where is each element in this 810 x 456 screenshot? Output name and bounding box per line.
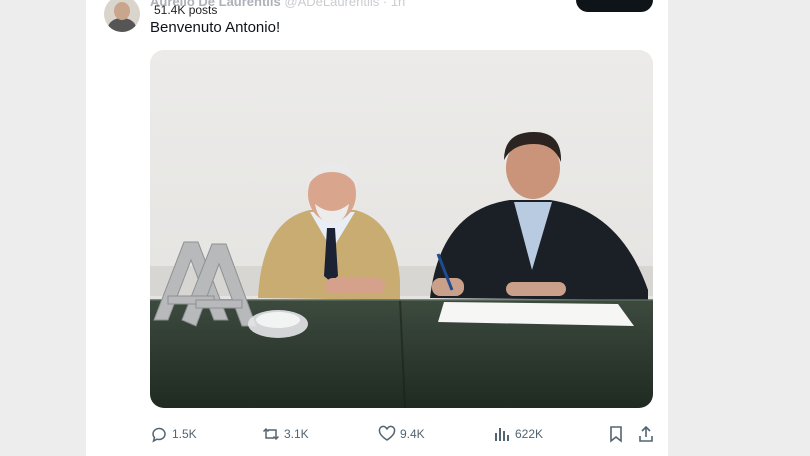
- tweet-photo[interactable]: [150, 50, 653, 408]
- repost-icon: [262, 427, 280, 441]
- photo-illustration: [150, 50, 653, 408]
- author-separator: ·: [382, 0, 388, 9]
- bookmark-button[interactable]: [608, 424, 628, 444]
- tweet-text: Benvenuto Antonio!: [150, 19, 281, 36]
- views-chart-icon: [495, 428, 509, 441]
- author-handle[interactable]: @ADeLaurentiis: [284, 0, 379, 9]
- document-paper: [438, 302, 634, 326]
- action-bar: 1.5K 3.1K 9.4K 622K: [150, 424, 660, 444]
- like-button[interactable]: 9.4K: [378, 424, 425, 444]
- reply-icon: [152, 427, 166, 443]
- reply-count: 1.5K: [172, 427, 197, 441]
- follow-button[interactable]: [576, 0, 653, 12]
- reply-button[interactable]: 1.5K: [150, 424, 197, 444]
- share-icon: [639, 425, 653, 442]
- repost-button[interactable]: 3.1K: [262, 424, 309, 444]
- heart-icon: [378, 425, 396, 441]
- avatar-face: [114, 2, 130, 20]
- views-count: 622K: [515, 427, 544, 441]
- posts-count: 51.4K posts: [154, 3, 218, 17]
- avatar[interactable]: [104, 0, 140, 32]
- share-button[interactable]: [637, 424, 659, 444]
- post-time[interactable]: 1h: [391, 0, 405, 9]
- views-button[interactable]: 622K: [493, 424, 543, 444]
- bookmark-icon: [610, 426, 622, 443]
- repost-count: 3.1K: [284, 427, 309, 441]
- avatar-body: [108, 18, 136, 32]
- like-count: 9.4K: [400, 427, 425, 441]
